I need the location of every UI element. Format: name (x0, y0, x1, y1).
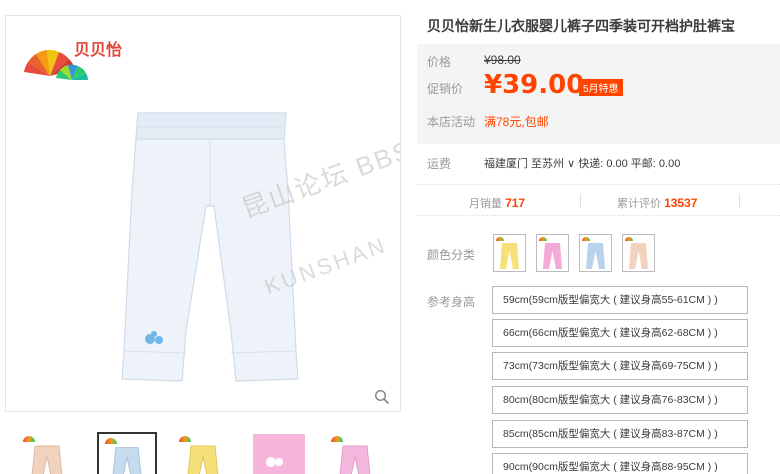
monthly-sales: 月销量 717 (469, 195, 525, 211)
mini-logo-icon (625, 237, 633, 241)
zoom-icon[interactable] (374, 389, 390, 405)
monthly-sales-value: 717 (505, 196, 526, 210)
stats-divider (739, 194, 740, 208)
main-product-image[interactable]: 贝贝怡 昆山论坛 BBS KUNSHAN (5, 15, 401, 412)
shipping-value[interactable]: 福建厦门 至苏州 ∨ 快递: 0.00 平邮: 0.00 (484, 155, 680, 171)
mini-logo-icon (582, 237, 590, 241)
size-option-80[interactable]: 80cm(80cm版型偏宽大 ( 建议身高76-83CM ) ) (492, 386, 748, 414)
product-title: 贝贝怡新生儿衣服婴儿裤子四季装可开档护肚裤宝 (427, 18, 735, 34)
promo-price: ¥39.00 (484, 70, 585, 100)
thumbnail-pink[interactable] (325, 432, 385, 474)
monthly-sales-label: 月销量 (469, 198, 502, 210)
size-option-73[interactable]: 73cm(73cm版型偏宽大 ( 建议身高69-75CM ) ) (492, 352, 748, 380)
thumbnail-yellow[interactable] (173, 432, 233, 474)
original-price: ¥98.00 (484, 53, 521, 67)
color-swatch-yellow[interactable] (493, 234, 526, 272)
size-option-90[interactable]: 90cm(90cm版型偏宽大 ( 建议身高88-95CM ) ) (492, 453, 748, 474)
review-count[interactable]: 累计评价 13537 (617, 195, 697, 211)
promo-badge: 5月特惠 (579, 79, 623, 96)
store-activity-label: 本店活动 (427, 115, 476, 129)
size-option-59[interactable]: 59cm(59cm版型偏宽大 ( 建议身高55-61CM ) ) (492, 286, 748, 314)
review-count-value: 13537 (664, 196, 698, 210)
mini-logo-icon (105, 438, 117, 444)
bag-thumb-icon (253, 434, 305, 474)
thumbnail-strip (5, 432, 405, 474)
mini-logo-icon (179, 436, 191, 442)
promo-price-label: 促销价 (427, 82, 464, 96)
size-option-85[interactable]: 85cm(85cm版型偏宽大 ( 建议身高83-87CM ) ) (492, 420, 748, 448)
brand-logo-text: 贝贝怡 (74, 42, 123, 59)
stats-divider (580, 194, 581, 208)
color-swatch-blue[interactable] (579, 234, 612, 272)
color-label: 颜色分类 (427, 248, 476, 262)
thumbnail-pink-bag[interactable] (249, 432, 309, 474)
store-activity-link[interactable]: 满78元,包邮 (484, 113, 549, 130)
shipping-label: 运费 (427, 157, 452, 171)
price-label: 价格 (427, 55, 452, 69)
mini-logo-icon (331, 436, 343, 442)
mini-logo-icon (539, 237, 547, 241)
size-option-66[interactable]: 66cm(66cm版型偏宽大 ( 建议身高62-68CM ) ) (492, 319, 748, 347)
size-label: 参考身高 (427, 295, 476, 309)
color-swatch-pink[interactable] (536, 234, 569, 272)
baby-pants-image (121, 112, 299, 382)
review-count-label: 累计评价 (617, 198, 661, 210)
mini-logo-icon (23, 436, 35, 442)
mini-logo-icon (496, 237, 504, 241)
thumbnail-beige[interactable] (17, 432, 77, 474)
thumbnail-blue[interactable] (97, 432, 157, 474)
sales-stats: 月销量 717 累计评价 13537 (417, 184, 780, 216)
color-swatch-beige[interactable] (622, 234, 655, 272)
